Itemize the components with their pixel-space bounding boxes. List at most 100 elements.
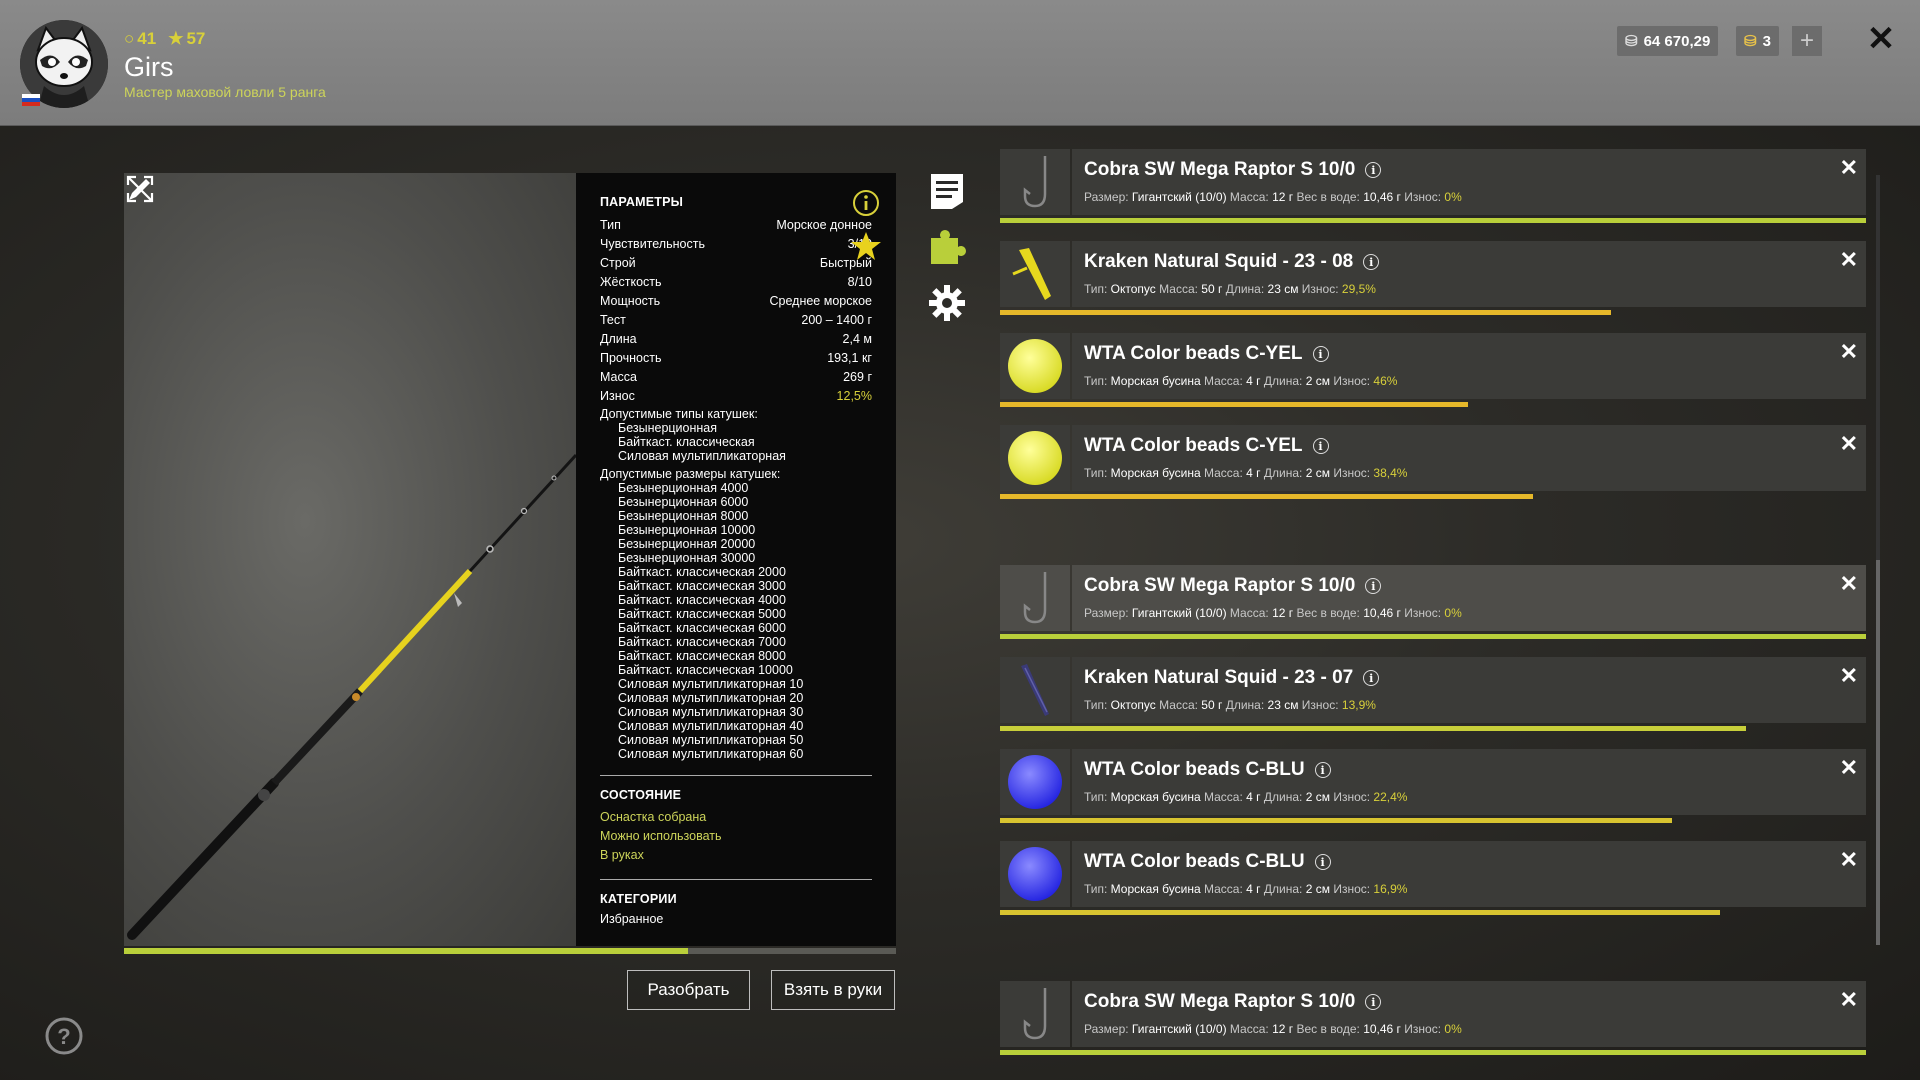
tackle-item[interactable]: WTA Color beads C-BLU i Тип: Морская бусин… xyxy=(1000,749,1866,825)
reel-size-item: Силовая мультипликаторная 50 xyxy=(618,733,804,747)
tackle-item-list[interactable]: Cobra SW Mega Raptor S 10/0 i Размер: Гига… xyxy=(1000,149,1866,1080)
item-card[interactable]: Cobra SW Mega Raptor S 10/0 i Размер: Гига… xyxy=(1072,981,1866,1047)
item-condition-fill xyxy=(1000,310,1611,315)
pencil-icon[interactable] xyxy=(124,173,156,205)
remove-item-button[interactable]: ✕ xyxy=(1840,339,1858,365)
rod-preview[interactable] xyxy=(124,173,576,946)
player-name: Girs xyxy=(124,52,174,82)
wear-value: 0% xyxy=(1444,190,1462,204)
info-icon[interactable]: i xyxy=(1363,254,1380,270)
add-currency-button[interactable]: + xyxy=(1792,26,1822,56)
remove-item-button[interactable]: ✕ xyxy=(1840,431,1858,457)
tackle-item[interactable]: Kraken Natural Squid - 23 - 07 i Тип: Окто… xyxy=(1000,657,1866,733)
gold-balance[interactable]: ⛁ 3 xyxy=(1736,26,1779,56)
divider xyxy=(600,879,872,880)
meta-value: Октопус xyxy=(1110,698,1156,712)
info-icon[interactable]: i xyxy=(1365,578,1382,594)
item-thumbnail[interactable] xyxy=(1000,657,1070,723)
info-icon[interactable]: i xyxy=(1365,994,1382,1010)
item-condition-bar xyxy=(1000,1050,1866,1055)
rod-condition-fill xyxy=(124,948,688,954)
tackle-item[interactable]: Cobra SW Mega Raptor S 10/0 i Размер: Гига… xyxy=(1000,565,1866,641)
param-value: Среднее морское xyxy=(769,293,873,308)
meta-label: Тип: xyxy=(1084,882,1111,896)
document-icon[interactable] xyxy=(928,172,966,210)
info-icon[interactable]: i xyxy=(1314,762,1331,778)
item-card[interactable]: WTA Color beads C-YEL i Тип: Морская бусин… xyxy=(1072,333,1866,399)
item-card[interactable]: Cobra SW Mega Raptor S 10/0 i Размер: Гига… xyxy=(1072,149,1866,215)
item-name: WTA Color beads C-YEL i xyxy=(1084,343,1329,365)
reel-size-item: Безынерционная 8000 xyxy=(618,509,749,523)
info-icon[interactable]: i xyxy=(1363,670,1380,686)
remove-item-button[interactable]: ✕ xyxy=(1840,571,1858,597)
param-row: Мощность Среднее морское xyxy=(600,291,872,310)
favorite-star-icon[interactable] xyxy=(850,230,882,262)
param-label: Чувствительность xyxy=(600,236,705,251)
item-thumbnail[interactable] xyxy=(1000,565,1070,631)
info-icon[interactable]: i xyxy=(1312,438,1329,454)
meta-label: Износ: xyxy=(1301,282,1342,296)
info-icon[interactable] xyxy=(852,189,880,217)
item-thumbnail[interactable] xyxy=(1000,981,1070,1047)
puzzle-icon[interactable] xyxy=(928,228,966,266)
item-name: Cobra SW Mega Raptor S 10/0 i xyxy=(1084,159,1382,181)
item-card[interactable]: Kraken Natural Squid - 23 - 08 i Тип: Окто… xyxy=(1072,241,1866,307)
meta-label: Тип: xyxy=(1084,698,1111,712)
item-thumbnail[interactable] xyxy=(1000,749,1070,815)
item-card[interactable]: Cobra SW Mega Raptor S 10/0 i Размер: Гига… xyxy=(1072,565,1866,631)
item-meta: Тип: Морская бусина Масса: 4 г Длина: 2 … xyxy=(1084,466,1407,480)
silver-balance[interactable]: ⛁ 64 670,29 xyxy=(1617,26,1719,56)
meta-value: 2 см xyxy=(1305,466,1330,480)
meta-value: 23 см xyxy=(1267,698,1299,712)
divider xyxy=(600,775,872,776)
meta-label: Масса: xyxy=(1229,606,1273,620)
info-icon[interactable]: i xyxy=(1312,346,1329,362)
tackle-item[interactable]: WTA Color beads C-BLU i Тип: Морская бусин… xyxy=(1000,841,1866,917)
take-in-hands-button[interactable]: Взять в руки xyxy=(771,970,895,1010)
item-card[interactable]: Kraken Natural Squid - 23 - 07 i Тип: Окто… xyxy=(1072,657,1866,723)
item-thumbnail[interactable] xyxy=(1000,841,1070,907)
item-title: Cobra SW Mega Raptor S 10/0 xyxy=(1084,575,1356,596)
meta-label: Масса: xyxy=(1204,466,1247,480)
item-meta: Размер: Гигантский (10/0) Масса: 12 г Ве… xyxy=(1084,190,1462,204)
close-button[interactable]: ✕ xyxy=(1864,20,1898,58)
tackle-item[interactable]: Cobra SW Mega Raptor S 10/0 i Размер: Гига… xyxy=(1000,981,1866,1057)
item-thumbnail[interactable] xyxy=(1000,241,1070,307)
tackle-item[interactable]: Kraken Natural Squid - 23 - 08 i Тип: Окто… xyxy=(1000,241,1866,317)
meta-value: 2 см xyxy=(1305,374,1330,388)
param-label: Жёсткость xyxy=(600,274,662,289)
meta-label: Тип: xyxy=(1084,790,1111,804)
reel-size-item: Байткаст. классическая 8000 xyxy=(618,649,786,663)
tackle-item[interactable]: Cobra SW Mega Raptor S 10/0 i Размер: Гига… xyxy=(1000,149,1866,225)
remove-item-button[interactable]: ✕ xyxy=(1840,663,1858,689)
reel-type-item: Безынерционная xyxy=(618,421,718,435)
item-card[interactable]: WTA Color beads C-BLU i Тип: Морская бусин… xyxy=(1072,841,1866,907)
tackle-item[interactable]: WTA Color beads C-YEL i Тип: Морская бусин… xyxy=(1000,333,1866,409)
meta-value: Гигантский (10/0) xyxy=(1131,190,1227,204)
scrollbar-thumb[interactable] xyxy=(1876,560,1880,945)
remove-item-button[interactable]: ✕ xyxy=(1840,247,1858,273)
disassemble-button[interactable]: Разобрать xyxy=(627,970,750,1010)
item-thumbnail[interactable] xyxy=(1000,149,1070,215)
reel-type-item: Силовая мультипликаторная xyxy=(618,449,786,463)
tackle-item[interactable]: WTA Color beads C-YEL i Тип: Морская бусин… xyxy=(1000,425,1866,501)
plus-icon: + xyxy=(1799,27,1814,54)
help-icon[interactable]: ? xyxy=(44,1016,84,1056)
item-card[interactable]: WTA Color beads C-YEL i Тип: Морская бусин… xyxy=(1072,425,1866,491)
remove-item-button[interactable]: ✕ xyxy=(1840,987,1858,1013)
info-icon[interactable]: i xyxy=(1314,854,1331,870)
meta-value: 4 г xyxy=(1246,374,1261,388)
meta-label: Масса: xyxy=(1159,282,1202,296)
gear-icon[interactable] xyxy=(928,284,966,322)
item-thumbnail[interactable] xyxy=(1000,425,1070,491)
rod-condition-bar xyxy=(124,948,896,954)
remove-item-button[interactable]: ✕ xyxy=(1840,155,1858,181)
meta-label: Износ: xyxy=(1333,882,1374,896)
meta-value: Октопус xyxy=(1110,282,1156,296)
item-name: Cobra SW Mega Raptor S 10/0 i xyxy=(1084,991,1382,1013)
remove-item-button[interactable]: ✕ xyxy=(1840,755,1858,781)
info-icon[interactable]: i xyxy=(1365,162,1382,178)
item-card[interactable]: WTA Color beads C-BLU i Тип: Морская бусин… xyxy=(1072,749,1866,815)
remove-item-button[interactable]: ✕ xyxy=(1840,847,1858,873)
item-thumbnail[interactable] xyxy=(1000,333,1070,399)
